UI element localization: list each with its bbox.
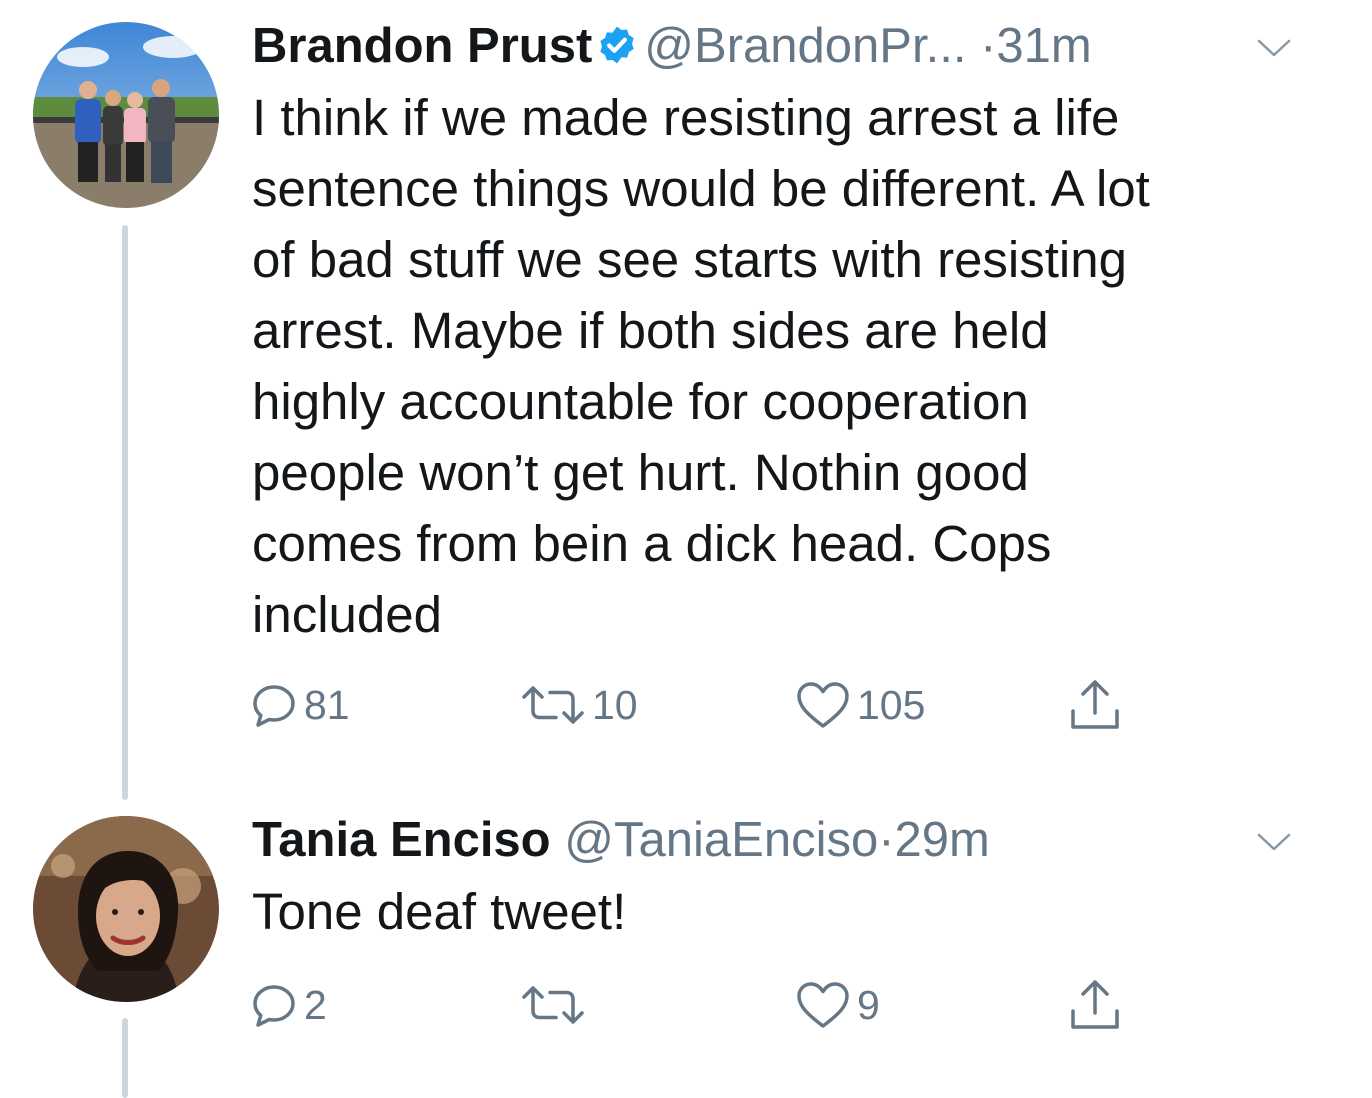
reply-icon <box>253 985 295 1027</box>
tweet-text-line: highly accountable for cooperation <box>252 373 1029 430</box>
tweet-text-line: of bad stuff we see starts with resistin… <box>252 231 1127 288</box>
share-button[interactable] <box>1065 675 1125 735</box>
share-icon <box>1071 980 1119 1029</box>
retweet-button[interactable] <box>520 975 592 1035</box>
separator-dot: · <box>980 19 997 73</box>
like-count: 105 <box>857 681 926 728</box>
reply-icon <box>253 685 295 727</box>
like-button[interactable]: 9 <box>795 975 880 1035</box>
reply-count: 2 <box>304 981 327 1028</box>
chevron-down-icon[interactable] <box>1256 36 1292 60</box>
reply-button[interactable]: 81 <box>250 675 350 735</box>
separator-dot: · <box>878 813 895 867</box>
display-name[interactable]: Tania Enciso <box>252 813 551 867</box>
timestamp[interactable]: 31m <box>996 19 1091 73</box>
like-icon <box>797 682 849 728</box>
like-icon <box>797 982 849 1028</box>
share-button[interactable] <box>1065 975 1125 1035</box>
tweet-actions: 81 10 105 <box>250 675 1150 735</box>
thread-line <box>122 1018 128 1098</box>
avatar[interactable] <box>33 816 219 1002</box>
reply-button[interactable]: 2 <box>250 975 327 1035</box>
chevron-down-icon[interactable] <box>1256 830 1292 854</box>
tweet-header: Tania Enciso @TaniaEnciso·29m <box>252 812 1292 868</box>
tweet-brandon-prust[interactable]: Brandon Prust @BrandonPr... ·31m I think… <box>0 0 1372 800</box>
tweet-actions: 2 9 <box>250 975 1150 1035</box>
tweet-text-line: comes from bein a dick head. Cops <box>252 515 1052 572</box>
tweet-text-line: included <box>252 586 442 643</box>
display-name[interactable]: Brandon Prust <box>252 19 592 73</box>
tweet-text-line: people won’t get hurt. Nothin good <box>252 444 1029 501</box>
tweet-text-line: I think if we made resisting arrest a li… <box>252 89 1120 146</box>
tweet-text-line: Tone deaf tweet! <box>252 883 627 940</box>
tweet-header: Brandon Prust @BrandonPr... ·31m <box>252 18 1292 74</box>
avatar[interactable] <box>33 22 219 208</box>
user-handle[interactable]: @TaniaEnciso <box>564 813 878 867</box>
retweet-button[interactable]: 10 <box>520 675 638 735</box>
like-count: 9 <box>857 981 880 1028</box>
retweet-icon <box>522 986 584 1024</box>
tweet-text: Tone deaf tweet! <box>252 876 1292 947</box>
tweet-text-line: sentence things would be different. A lo… <box>252 160 1150 217</box>
user-handle[interactable]: @BrandonPr... <box>644 19 966 73</box>
like-button[interactable]: 105 <box>795 675 925 735</box>
timestamp[interactable]: 29m <box>895 813 990 867</box>
tweet-text: I think if we made resisting arrest a li… <box>252 82 1292 650</box>
retweet-count: 10 <box>592 681 638 728</box>
verified-badge-icon <box>600 26 634 64</box>
thread-line <box>122 225 128 800</box>
retweet-icon <box>522 686 584 724</box>
tweet-tania-enciso[interactable]: Tania Enciso @TaniaEnciso·29m Tone deaf … <box>0 800 1372 1098</box>
tweet-text-line: arrest. Maybe if both sides are held <box>252 302 1049 359</box>
share-icon <box>1071 680 1119 729</box>
reply-count: 81 <box>304 681 350 728</box>
